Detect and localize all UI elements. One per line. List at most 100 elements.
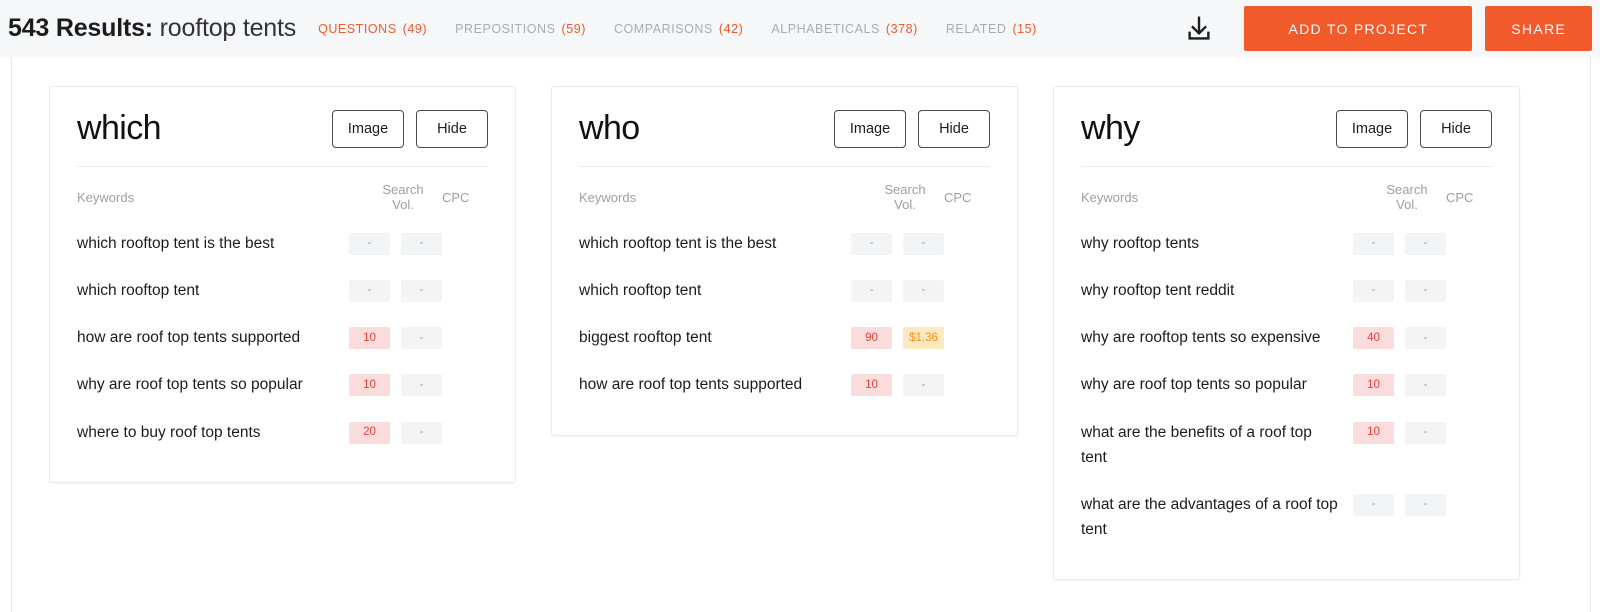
- results-area: which Image Hide Keywords Search Vol. CPC whic…: [11, 57, 1591, 612]
- tab-label: COMPARISONS: [613, 21, 713, 36]
- metric-badges: 20-: [349, 420, 442, 444]
- keyword-row[interactable]: why rooftop tent reddit - -: [1081, 267, 1492, 314]
- keyword-row[interactable]: which rooftop tent is the best - -: [579, 220, 990, 267]
- share-button[interactable]: SHARE: [1485, 6, 1592, 51]
- keyword-text: biggest rooftop tent: [579, 329, 712, 347]
- cpc-badge: -: [401, 421, 442, 444]
- tab-count: (15): [1012, 21, 1037, 36]
- column-header-cpc: CPC: [1446, 189, 1474, 205]
- card-actions: Image Hide: [332, 109, 488, 148]
- metric-badges: --: [1353, 231, 1446, 256]
- keyword-text: why are rooftop tents so expensive: [1081, 329, 1321, 347]
- card-header: which Image Hide: [77, 109, 488, 166]
- hide-button[interactable]: Hide: [1420, 109, 1492, 148]
- tab-label: RELATED: [945, 21, 1007, 36]
- tab-questions[interactable]: QUESTIONS (49): [318, 22, 427, 36]
- card-actions: Image Hide: [1336, 109, 1492, 148]
- keyword-card: who Image Hide Keywords Search Vol. CPC which …: [551, 86, 1018, 436]
- metric-badges: --: [1353, 278, 1446, 303]
- keyword-row[interactable]: how are roof top tents supported 10-: [579, 361, 990, 408]
- metric-badges: --: [1353, 492, 1446, 516]
- table-header-row: Keywords Search Vol. CPC: [77, 167, 488, 220]
- keyword-card: why Image Hide Keywords Search Vol. CPC why ro…: [1053, 86, 1520, 580]
- column-header-search-volume: Search Vol.: [1386, 182, 1428, 213]
- search-volume-badge: -: [349, 280, 390, 303]
- search-volume-badge: 10: [851, 374, 892, 397]
- search-volume-badge: 10: [349, 327, 390, 350]
- keyword-text: which rooftop tent: [77, 282, 200, 300]
- tab-count: (378): [885, 21, 918, 36]
- keyword-text: why are roof top tents so popular: [77, 376, 303, 394]
- metric-badges: --: [349, 231, 442, 256]
- keyword-text: which rooftop tent is the best: [77, 235, 275, 253]
- metric-badges: 10-: [851, 372, 944, 397]
- cpc-badge: -: [903, 233, 944, 256]
- search-term: rooftop tents: [159, 14, 297, 42]
- table-header-row: Keywords Search Vol. CPC: [579, 167, 990, 220]
- metric-badges: 10-: [349, 372, 442, 397]
- keyword-row[interactable]: why are roof top tents so popular 10-: [1081, 361, 1492, 408]
- search-volume-badge: 40: [1353, 327, 1394, 350]
- metric-badges: 10-: [1353, 420, 1446, 444]
- keyword-row[interactable]: what are the advantages of a roof top te…: [1081, 481, 1492, 553]
- hide-button[interactable]: Hide: [918, 109, 990, 148]
- hide-button[interactable]: Hide: [416, 109, 488, 148]
- app-header: 543 Results: rooftop tents QUESTIONS (49…: [0, 0, 1600, 57]
- column-header-search-volume: Search Vol.: [884, 182, 926, 213]
- metric-badges: --: [851, 231, 944, 256]
- keyword-text: what are the advantages of a roof top te…: [1081, 495, 1338, 538]
- download-icon[interactable]: [1176, 7, 1222, 51]
- tab-alphabeticals[interactable]: ALPHABETICALS (378): [771, 22, 918, 36]
- keyword-row[interactable]: biggest rooftop tent 90 $1.36: [579, 314, 990, 361]
- keyword-text: why rooftop tents: [1081, 235, 1200, 253]
- column-header-search-volume: Search Vol.: [382, 182, 424, 213]
- tab-prepositions[interactable]: PREPOSITIONS (59): [455, 22, 586, 36]
- keyword-text: how are roof top tents supported: [579, 376, 803, 394]
- keyword-row[interactable]: which rooftop tent - -: [579, 267, 990, 314]
- keyword-text: why are roof top tents so popular: [1081, 376, 1307, 394]
- card-title: which: [77, 109, 162, 147]
- keyword-text: how are roof top tents supported: [77, 329, 301, 347]
- search-volume-badge: 10: [1353, 421, 1394, 444]
- column-header-keywords: Keywords: [579, 189, 637, 205]
- search-volume-badge: -: [1353, 280, 1394, 303]
- search-volume-badge: -: [851, 280, 892, 303]
- keyword-text: which rooftop tent is the best: [579, 235, 777, 253]
- cpc-badge: -: [401, 374, 442, 397]
- tab-bar: QUESTIONS (49) PREPOSITIONS (59) COMPARISO…: [318, 22, 1037, 36]
- card-header: why Image Hide: [1081, 109, 1492, 166]
- tab-label: PREPOSITIONS: [455, 21, 556, 36]
- cpc-badge: -: [1405, 493, 1446, 516]
- tab-related[interactable]: RELATED (15): [946, 22, 1037, 36]
- cpc-badge: -: [1405, 421, 1446, 444]
- search-volume-badge: 10: [1353, 374, 1394, 397]
- cpc-badge: -: [903, 280, 944, 303]
- keyword-row[interactable]: why are roof top tents so popular 10-: [77, 361, 488, 408]
- keyword-row[interactable]: how are roof top tents supported 10-: [77, 314, 488, 361]
- keyword-row[interactable]: which rooftop tent - -: [77, 267, 488, 314]
- cpc-badge: -: [401, 280, 442, 303]
- add-to-project-button[interactable]: ADD TO PROJECT: [1244, 6, 1473, 51]
- image-button[interactable]: Image: [1336, 109, 1408, 148]
- column-header-cpc: CPC: [944, 189, 972, 205]
- search-volume-badge: -: [1353, 493, 1394, 516]
- image-button[interactable]: Image: [332, 109, 404, 148]
- keyword-row[interactable]: which rooftop tent is the best - -: [77, 220, 488, 267]
- card-title: who: [579, 109, 640, 147]
- card-title: why: [1081, 109, 1140, 147]
- keyword-row[interactable]: where to buy roof top tents 20-: [77, 409, 488, 456]
- search-volume-badge: -: [1353, 233, 1394, 256]
- metric-badges: --: [851, 278, 944, 303]
- image-button[interactable]: Image: [834, 109, 906, 148]
- tab-comparisons[interactable]: COMPARISONS (42): [614, 22, 743, 36]
- search-volume-badge: 20: [349, 421, 390, 444]
- cpc-badge: -: [401, 327, 442, 350]
- keyword-row[interactable]: why are rooftop tents so expensive 40-: [1081, 314, 1492, 361]
- keyword-row[interactable]: why rooftop tents - -: [1081, 220, 1492, 267]
- tab-count: (49): [402, 21, 428, 36]
- results-label: Results:: [55, 14, 153, 42]
- keyword-row[interactable]: what are the benefits of a roof top tent…: [1081, 409, 1492, 481]
- card-actions: Image Hide: [834, 109, 990, 148]
- keyword-text: which rooftop tent: [579, 282, 702, 300]
- search-volume-badge: 10: [349, 374, 390, 397]
